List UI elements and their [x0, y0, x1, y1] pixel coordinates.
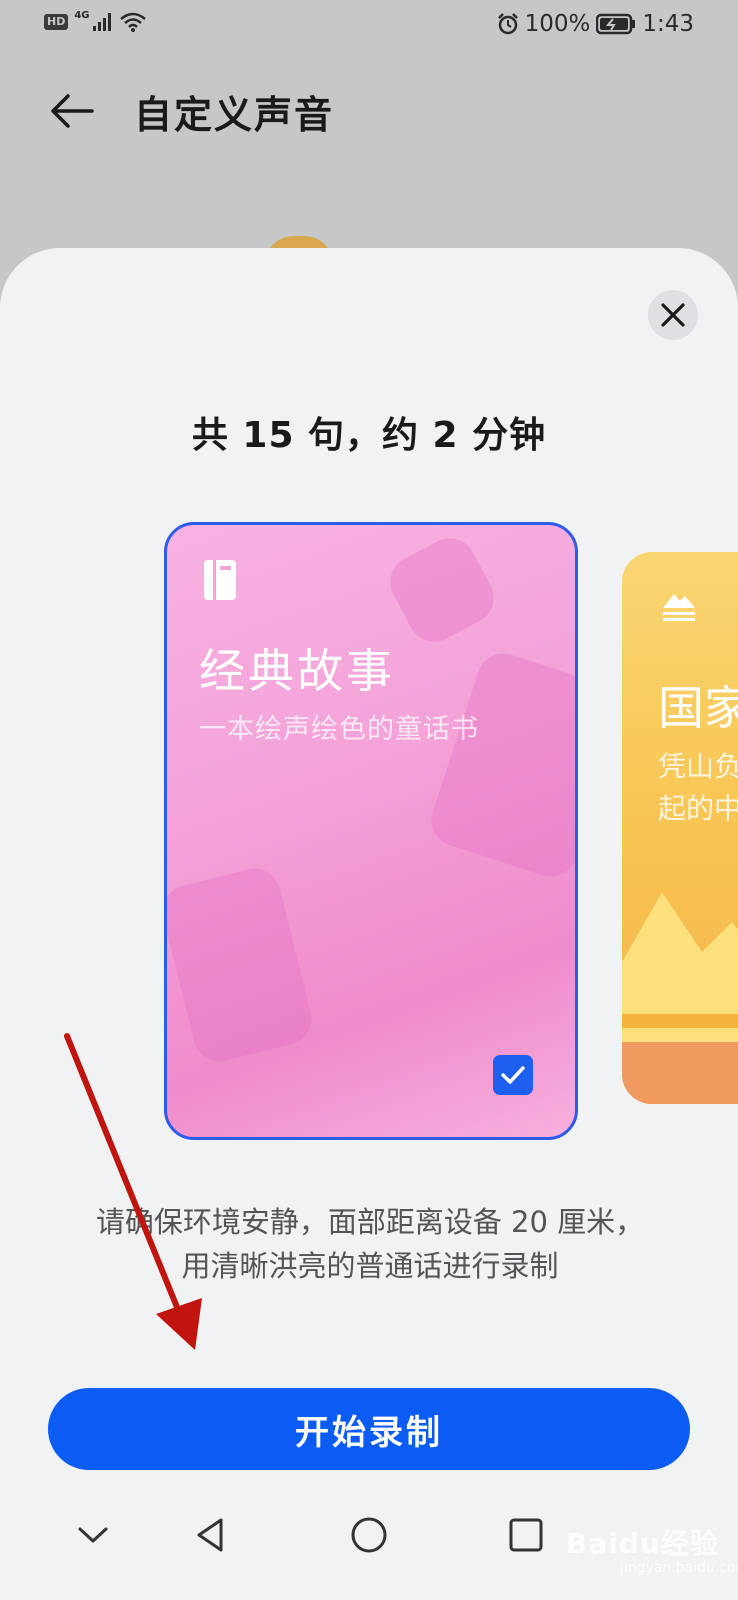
- card-subtitle: 一本绘声绘色的童话书: [199, 714, 479, 745]
- chevron-down-icon[interactable]: [70, 1512, 116, 1558]
- network-type: 4G: [74, 9, 90, 21]
- card-decoration: [424, 646, 575, 884]
- card-decoration: [167, 863, 317, 1067]
- back-triangle-icon[interactable]: [188, 1512, 234, 1558]
- battery-percent: 100%: [524, 11, 591, 37]
- watermark: Baidu经验: [566, 1527, 719, 1560]
- page-title: 自定义声音: [134, 93, 335, 137]
- duration-summary: 共 15 句，约 2 分钟: [191, 415, 547, 456]
- status-bar: HD 4G 100% 1:43: [0, 0, 738, 52]
- close-icon: [661, 303, 685, 327]
- selected-checkbox[interactable]: [493, 1055, 533, 1095]
- book-icon: [204, 560, 236, 600]
- battery-charging-icon: [596, 13, 636, 35]
- clock: 1:43: [642, 11, 694, 37]
- mountain-icon: [663, 594, 695, 621]
- card-national[interactable]: 国家 凭山负 起的中: [622, 552, 738, 1104]
- start-recording-button[interactable]: 开始录制: [48, 1388, 690, 1470]
- hd-badge: HD: [44, 14, 69, 30]
- card-classic-stories[interactable]: 经典故事 一本绘声绘色的童话书: [164, 522, 578, 1140]
- status-left: HD 4G: [44, 9, 146, 32]
- status-right: 100% 1:43: [497, 11, 694, 37]
- recording-hint: 请确保环境安静，面部距离设备 20 厘米， 用清晰洪亮的普通话进行录制: [95, 1205, 645, 1283]
- back-arrow-icon[interactable]: [48, 86, 98, 136]
- mountain-illustration: [622, 892, 738, 1104]
- wifi-icon: [119, 12, 146, 32]
- close-button[interactable]: [648, 290, 698, 340]
- card-title: 经典故事: [199, 644, 395, 698]
- voice-selection-sheet: 共 15 句，约 2 分钟 经典故事 一本绘声绘色的童话书 国家 凭山负 起的中: [0, 248, 738, 1600]
- signal-icon: [92, 13, 111, 31]
- checkmark-icon: [501, 1066, 525, 1084]
- recents-square-icon[interactable]: [503, 1512, 549, 1558]
- card-title: 国家: [658, 681, 738, 735]
- home-circle-icon[interactable]: [346, 1512, 392, 1558]
- card-subtitle: 凭山负 起的中: [658, 750, 738, 825]
- app-bar: 自定义声音: [0, 60, 738, 160]
- alarm-icon: [497, 13, 518, 35]
- card-decoration: [381, 529, 503, 651]
- watermark-url: jingyan.baidu.com: [620, 1560, 738, 1576]
